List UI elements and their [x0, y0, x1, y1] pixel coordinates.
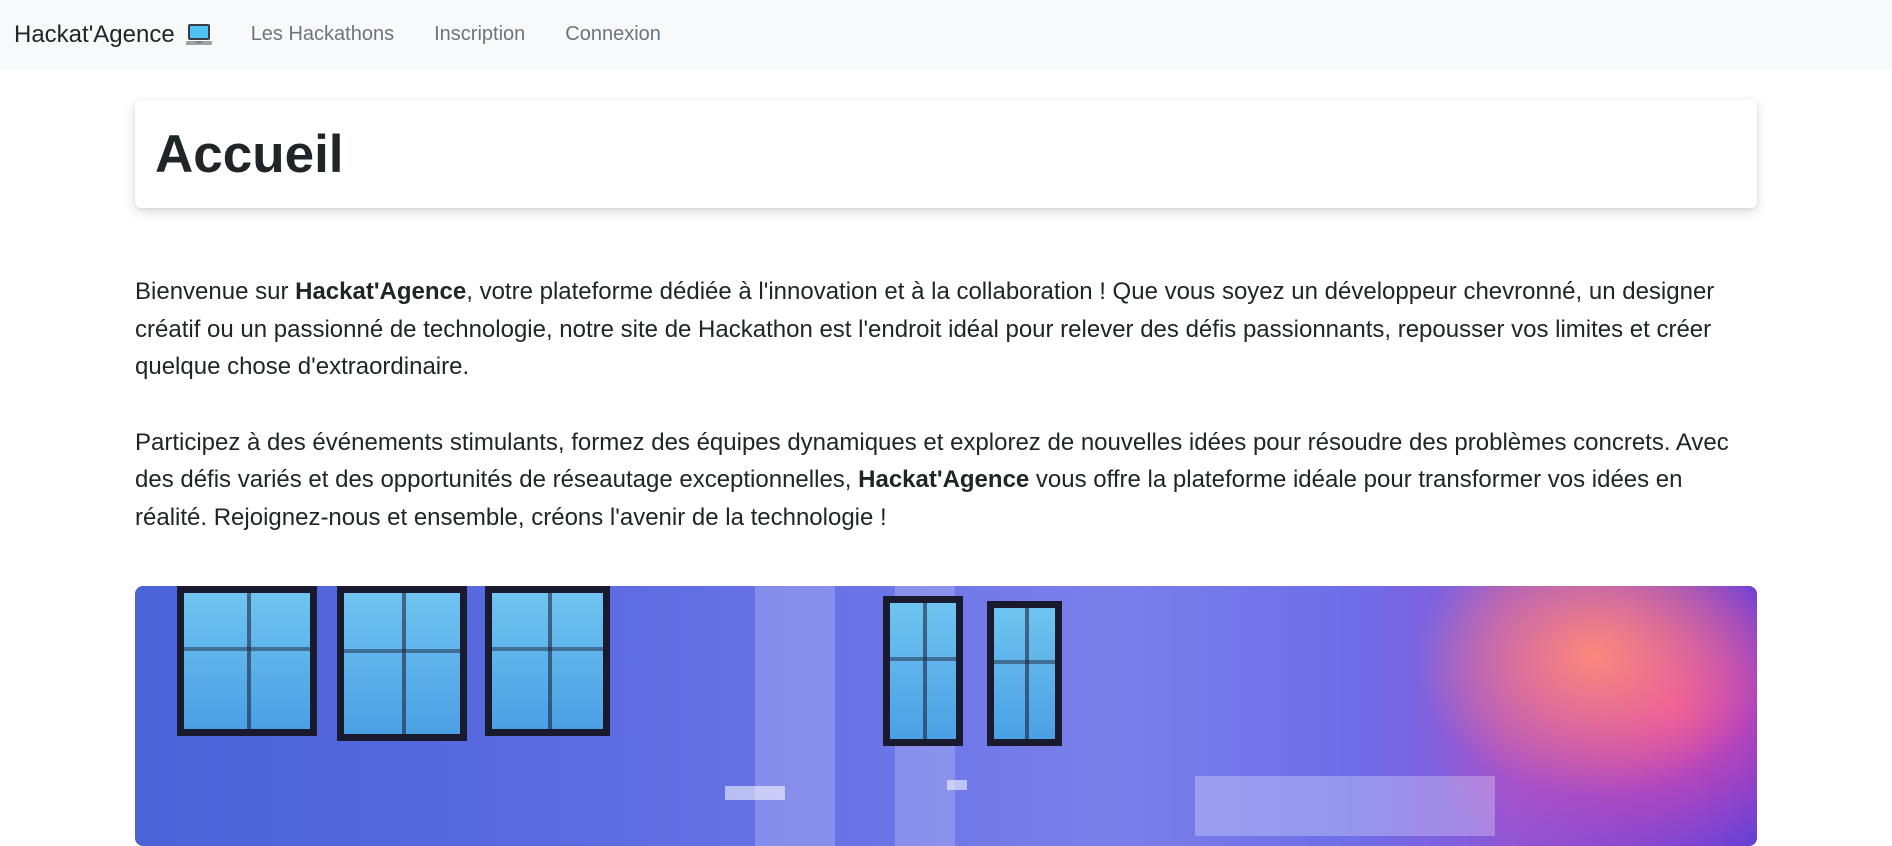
page-title: Accueil [155, 124, 344, 184]
intro-section: Bienvenue sur Hackat'Agence, votre plate… [135, 273, 1757, 536]
intro-p2-brand: Hackat'Agence [858, 466, 1030, 493]
main-content: Accueil Bienvenue sur Hackat'Agence, vot… [135, 100, 1757, 846]
hero-image [135, 586, 1757, 846]
intro-p1-brand: Hackat'Agence [295, 278, 467, 305]
laptop-icon [185, 22, 213, 48]
brand-name: Hackat'Agence [14, 20, 175, 48]
navbar: Hackat'Agence Les Hackathons Inscription… [0, 0, 1892, 69]
brand-link[interactable]: Hackat'Agence [14, 21, 213, 49]
nav-link-connexion[interactable]: Connexion [545, 23, 681, 46]
intro-paragraph-1: Bienvenue sur Hackat'Agence, votre plate… [135, 273, 1757, 386]
intro-paragraph-2: Participez à des événements stimulants, … [135, 424, 1757, 537]
nav-link-hackathons[interactable]: Les Hackathons [231, 23, 414, 46]
page-header-card: Accueil [135, 100, 1757, 208]
intro-p1-before: Bienvenue sur [135, 278, 296, 305]
nav-link-inscription[interactable]: Inscription [414, 23, 545, 46]
